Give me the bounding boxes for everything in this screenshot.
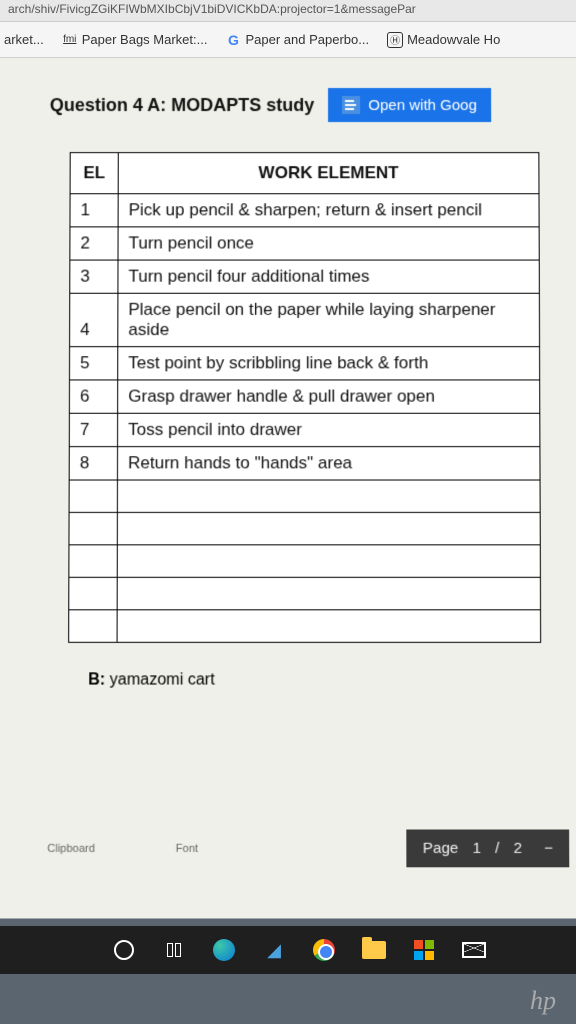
cell-el: 4 (70, 293, 118, 346)
bookmark-label: Paper and Paperbo... (245, 32, 369, 47)
table-row: 1Pick up pencil & sharpen; return & inse… (70, 194, 539, 227)
cell-text: Return hands to "hands" area (117, 447, 540, 480)
table-row: 4Place pencil on the paper while laying … (70, 293, 540, 346)
question-title: Question 4 A: MODAPTS study (50, 95, 315, 116)
table-row-empty (69, 577, 541, 609)
table-row: 8Return hands to "hands" area (69, 447, 540, 480)
ribbon-font[interactable]: Font (176, 843, 198, 855)
taskbar: ◢ (0, 926, 576, 974)
modapts-table: EL WORK ELEMENT 1Pick up pencil & sharpe… (68, 152, 541, 643)
page-minus-icon[interactable]: − (544, 840, 553, 857)
google-docs-icon (342, 96, 360, 114)
table-row: 6Grasp drawer handle & pull drawer open (69, 380, 539, 413)
table-row: 7Toss pencil into drawer (69, 413, 540, 446)
chrome-icon[interactable] (310, 936, 338, 964)
section-b: B: yamazomi cart (88, 671, 576, 689)
page-indicator[interactable]: Page 1 / 2 − (407, 829, 570, 867)
ms-store-icon[interactable] (410, 936, 438, 964)
table-row-empty (69, 512, 540, 544)
google-icon: G (225, 32, 241, 48)
bookmark-label: Meadowvale Ho (407, 32, 500, 47)
cell-el: 8 (69, 447, 117, 480)
page-total: 2 (513, 840, 521, 857)
cell-el: 2 (70, 227, 118, 260)
cell-text: Turn pencil once (118, 227, 539, 260)
table-row-empty (69, 610, 541, 643)
cell-el: 3 (70, 260, 118, 293)
taskview-icon[interactable] (160, 936, 188, 964)
table-row: 3Turn pencil four additional times (70, 260, 540, 293)
bookmark-paper-bags[interactable]: fmi Paper Bags Market:... (62, 32, 208, 48)
bookmark-arket[interactable]: arket... (4, 32, 44, 47)
cell-text: Place pencil on the paper while laying s… (118, 293, 540, 346)
bookmark-meadowvale[interactable]: Ⓗ Meadowvale Ho (387, 32, 500, 48)
open-with-button[interactable]: Open with Goog (328, 88, 491, 122)
header-work-element: WORK ELEMENT (118, 153, 539, 194)
cell-el: 5 (69, 347, 117, 380)
app-icon[interactable]: ◢ (260, 936, 288, 964)
table-row-empty (69, 480, 540, 512)
cell-el: 6 (69, 380, 117, 413)
bookmark-paper-paperbo[interactable]: G Paper and Paperbo... (225, 32, 369, 48)
cell-text: Turn pencil four additional times (118, 260, 539, 293)
hp-logo: hp (530, 986, 556, 1016)
cell-el: 1 (70, 194, 118, 227)
address-bar[interactable]: arch/shiv/FivicgZGiKFIWbMXIbCbjV1biDVICK… (0, 0, 576, 22)
table-row: 2Turn pencil once (70, 227, 539, 260)
page-sep: / (495, 840, 499, 857)
open-with-label: Open with Goog (368, 97, 477, 114)
cell-text: Toss pencil into drawer (118, 413, 540, 446)
cell-text: Pick up pencil & sharpen; return & inser… (118, 194, 539, 227)
page-current: 1 (472, 840, 480, 857)
section-b-text: yamazomi cart (110, 671, 215, 688)
mail-icon[interactable] (460, 936, 488, 964)
bookmark-label: arket... (4, 32, 44, 47)
table-row: 5Test point by scribbling line back & fo… (69, 347, 539, 380)
edge-icon[interactable] (210, 936, 238, 964)
honda-icon: Ⓗ (387, 32, 403, 48)
cell-text: Test point by scribbling line back & for… (118, 347, 540, 380)
cell-el: 7 (69, 413, 117, 446)
page-label: Page (423, 840, 458, 857)
cortana-icon[interactable] (110, 936, 138, 964)
file-explorer-icon[interactable] (360, 936, 388, 964)
document-content: Question 4 A: MODAPTS study Open with Go… (0, 58, 576, 919)
section-b-label: B: (88, 671, 105, 688)
ribbon-clipboard[interactable]: Clipboard (47, 843, 95, 855)
table-row-empty (69, 545, 541, 577)
ribbon-fragment: Clipboard Font (47, 843, 198, 855)
fmi-icon: fmi (62, 32, 78, 48)
bookmark-label: Paper Bags Market:... (82, 32, 208, 47)
cell-text: Grasp drawer handle & pull drawer open (118, 380, 540, 413)
bookmarks-bar: arket... fmi Paper Bags Market:... G Pap… (0, 22, 576, 58)
header-el: EL (70, 153, 118, 194)
